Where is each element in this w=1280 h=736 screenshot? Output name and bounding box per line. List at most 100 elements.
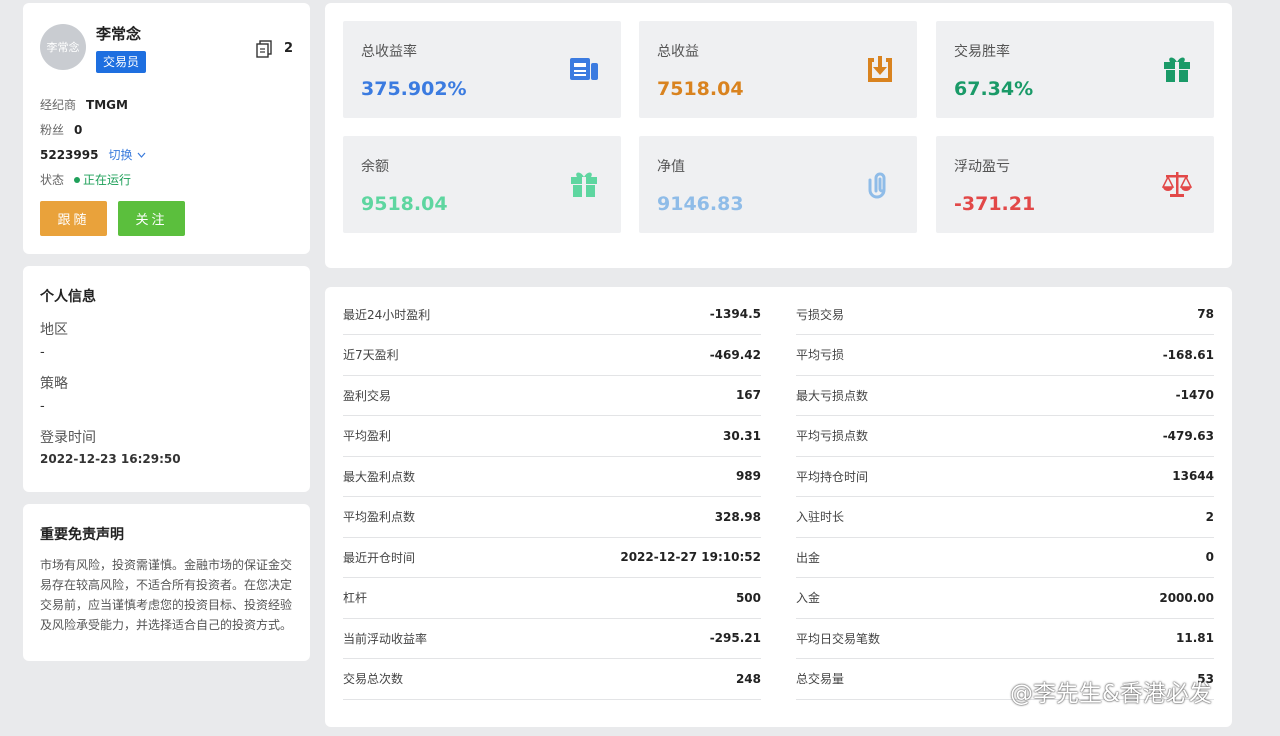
stat-label: 总收益率 bbox=[361, 44, 417, 60]
strategy-value: - bbox=[40, 399, 45, 414]
detail-label: 平均持仓时间 bbox=[796, 469, 869, 484]
detail-value: 989 bbox=[735, 469, 761, 483]
stat-floating-pnl: 浮动盈亏 -371.21 bbox=[936, 136, 1214, 233]
detail-label: 亏损交易 bbox=[796, 307, 845, 322]
personal-info-card: 个人信息 地区 - 策略 - 登录时间 2022-12-23 16:29:50 bbox=[23, 266, 310, 492]
table-row: 当前浮动收益率 -295.21 bbox=[343, 618, 761, 659]
table-row: 平均持仓时间 13644 bbox=[796, 456, 1214, 497]
stat-label: 交易胜率 bbox=[954, 44, 1010, 60]
status-label: 状态 bbox=[40, 173, 65, 187]
account-number: 5223995 bbox=[40, 147, 99, 162]
broker-row: 经纪商 TMGM bbox=[40, 96, 128, 113]
region-value: - bbox=[40, 345, 45, 360]
status-dot-icon bbox=[74, 176, 81, 183]
disclaimer-text: 市场有风险，投资需谨慎。金融市场的保证金交易存在较高风险，不适合所有投资者。在您… bbox=[40, 558, 293, 632]
strategy-label: 策略 bbox=[40, 376, 68, 392]
download-icon bbox=[868, 56, 892, 82]
table-row: 最近24小时盈利 -1394.5 bbox=[343, 294, 761, 335]
detail-label: 入驻时长 bbox=[796, 510, 845, 524]
table-row: 亏损交易 78 bbox=[796, 294, 1214, 335]
detail-label: 杠杆 bbox=[343, 591, 368, 605]
login-time-label: 登录时间 bbox=[40, 430, 96, 446]
stat-label: 余额 bbox=[361, 159, 389, 175]
detail-value: 500 bbox=[735, 590, 761, 605]
detail-value: 78 bbox=[1197, 307, 1214, 321]
table-row: 杠杆 500 bbox=[343, 578, 761, 619]
detail-label: 平均亏损点数 bbox=[796, 429, 869, 443]
copy-icon[interactable] bbox=[256, 40, 272, 58]
scale-icon bbox=[1162, 172, 1192, 197]
watermark: @李先生&香港必发 bbox=[1010, 681, 1212, 707]
stat-label: 浮动盈亏 bbox=[954, 159, 1010, 175]
detail-label: 近7天盈利 bbox=[343, 348, 399, 362]
copy-count: 2 bbox=[284, 41, 294, 56]
detail-label: 最近开仓时间 bbox=[343, 550, 416, 565]
detail-value: 328.98 bbox=[714, 509, 761, 524]
detail-value: -1470 bbox=[1175, 388, 1214, 402]
paperclip-icon bbox=[868, 172, 886, 199]
detail-value: 11.81 bbox=[1176, 631, 1214, 645]
personal-info-title: 个人信息 bbox=[40, 289, 96, 305]
chevron-down-icon bbox=[138, 152, 146, 158]
detail-value: 13644 bbox=[1172, 469, 1214, 483]
switch-account-link[interactable]: 切换 bbox=[108, 146, 146, 163]
detail-label: 出金 bbox=[796, 550, 821, 565]
detail-label: 当前浮动收益率 bbox=[343, 631, 428, 646]
detail-label: 交易总次数 bbox=[343, 672, 404, 686]
table-row: 盈利交易 167 bbox=[343, 375, 761, 416]
detail-value: -479.63 bbox=[1162, 428, 1214, 443]
stat-label: 总收益 bbox=[657, 44, 699, 60]
disclaimer-card: 重要免责声明 市场有风险，投资需谨慎。金融市场的保证金交易存在较高风险，不适合所… bbox=[23, 504, 310, 661]
detail-label: 入金 bbox=[796, 591, 821, 605]
gift-icon bbox=[571, 172, 597, 197]
stats-card: 总收益率 375.902% 总收益 7518.04 交易胜率 67.34% 余额… bbox=[325, 3, 1232, 268]
disclaimer-title: 重要免责声明 bbox=[40, 527, 124, 543]
detail-value: -168.61 bbox=[1162, 347, 1214, 362]
table-row: 最大亏损点数 -1470 bbox=[796, 375, 1214, 416]
stat-total-return-rate: 总收益率 375.902% bbox=[343, 21, 621, 118]
switch-label: 切换 bbox=[108, 148, 133, 162]
status-value: 正在运行 bbox=[83, 173, 132, 187]
table-row: 平均日交易笔数 11.81 bbox=[796, 618, 1214, 659]
table-row: 平均盈利 30.31 bbox=[343, 416, 761, 457]
trader-profile-card: 李常念 李常念 交易员 2 经纪商 TMGM 粉丝 0 5223995 切换 状… bbox=[23, 3, 310, 254]
detail-value: 2022-12-27 19:10:52 bbox=[620, 550, 761, 564]
trader-name: 李常念 bbox=[96, 25, 142, 43]
status-row: 状态 正在运行 bbox=[40, 171, 131, 188]
stat-value: -371.21 bbox=[954, 193, 1036, 215]
detail-value: -469.42 bbox=[709, 347, 761, 362]
follow-button[interactable]: 跟随 bbox=[40, 201, 107, 236]
watch-button[interactable]: 关注 bbox=[118, 201, 185, 236]
account-row: 5223995 切换 bbox=[40, 146, 146, 163]
stat-total-profit: 总收益 7518.04 bbox=[639, 21, 917, 118]
detail-label: 总交易量 bbox=[796, 672, 845, 686]
detail-label: 最近24小时盈利 bbox=[343, 307, 431, 322]
detail-value: 167 bbox=[735, 388, 761, 402]
gift-icon bbox=[1164, 57, 1190, 82]
fans-label: 粉丝 bbox=[40, 123, 65, 137]
stat-value: 375.902% bbox=[361, 78, 467, 100]
fans-value: 0 bbox=[74, 122, 83, 137]
stat-value: 9146.83 bbox=[657, 193, 744, 215]
detail-value: -1394.5 bbox=[709, 307, 761, 321]
stat-label: 净值 bbox=[657, 159, 685, 175]
detail-label: 平均盈利 bbox=[343, 429, 392, 443]
table-row: 最大盈利点数 989 bbox=[343, 456, 761, 497]
detail-value: 2 bbox=[1205, 509, 1214, 524]
detail-value: 30.31 bbox=[723, 428, 761, 443]
detail-label: 平均日交易笔数 bbox=[796, 631, 881, 646]
login-time-value: 2022-12-23 16:29:50 bbox=[40, 452, 181, 466]
detail-value: -295.21 bbox=[709, 631, 761, 645]
region-label: 地区 bbox=[40, 322, 68, 338]
detail-label: 平均盈利点数 bbox=[343, 510, 416, 524]
detail-label: 最大亏损点数 bbox=[796, 388, 869, 403]
news-icon bbox=[570, 58, 598, 80]
table-row: 平均亏损 -168.61 bbox=[796, 335, 1214, 376]
detail-label: 最大盈利点数 bbox=[343, 469, 416, 484]
status-badge: 正在运行 bbox=[74, 171, 131, 188]
table-row: 最近开仓时间 2022-12-27 19:10:52 bbox=[343, 537, 761, 578]
fans-row: 粉丝 0 bbox=[40, 121, 82, 138]
avatar[interactable]: 李常念 bbox=[40, 24, 86, 70]
table-row: 入金 2000.00 bbox=[796, 578, 1214, 619]
table-row: 平均盈利点数 328.98 bbox=[343, 497, 761, 538]
